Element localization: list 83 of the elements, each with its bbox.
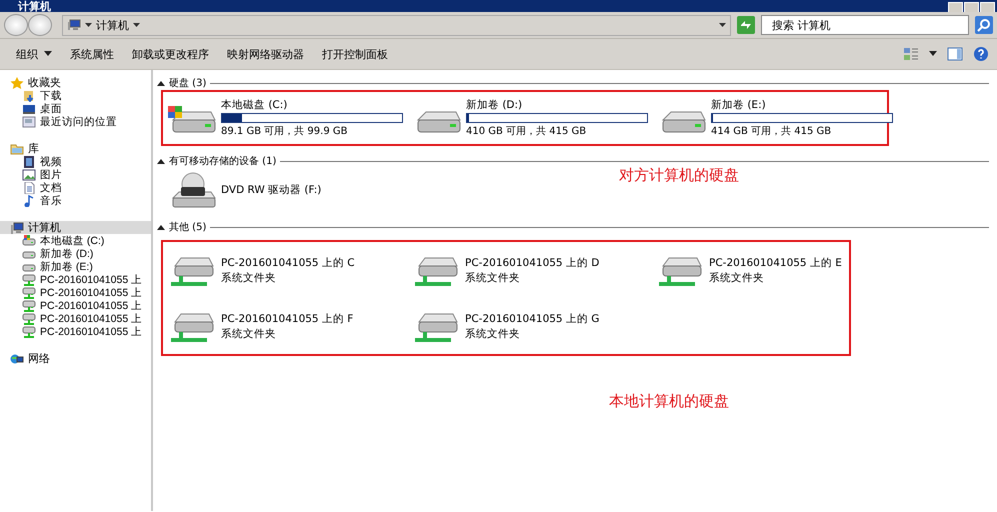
sidebar-item[interactable]: 视频 [0,155,151,168]
caret-icon[interactable] [133,22,140,28]
window-title: 计算机 [16,1,51,12]
caret-icon[interactable] [44,51,52,57]
group-header[interactable]: 有可移动存储的设备 (1) [169,154,276,168]
address-field[interactable]: 计算机 [62,14,731,36]
search-icon[interactable] [975,16,993,34]
drive-name[interactable]: PC-201601041055 上的 E [709,256,842,270]
toolbar-button[interactable]: 组织 [10,44,58,64]
search-field[interactable]: 搜索 计算机 [761,15,969,35]
network-drive-icon [22,286,36,298]
drive-name[interactable]: 本地磁盘 (C:) [221,98,403,112]
back-button[interactable] [4,14,28,36]
drive-description: 系统文件夹 [221,326,277,340]
sidebar-item[interactable]: 新加卷 (D:) [0,247,151,260]
computer-icon [10,222,24,234]
sidebar-item[interactable]: PC-201601041055 上 [0,312,151,325]
document-icon [22,182,36,194]
drive-description: 系统文件夹 [465,270,521,284]
drive-name[interactable]: PC-201601041055 上的 F [221,312,354,326]
path-segment[interactable]: 计算机 [96,18,129,32]
sidebar-item[interactable]: 音乐 [0,194,151,207]
toolbar-button[interactable]: 系统属性 [64,44,120,64]
dropdown-icon[interactable] [719,22,726,28]
forward-button[interactable] [28,14,52,36]
computer-icon [67,19,81,31]
toolbar-button[interactable]: 卸载或更改程序 [126,44,215,64]
sidebar-item[interactable]: 桌面 [0,102,151,115]
toolbar-button[interactable]: 打开控制面板 [316,44,394,64]
drive-name[interactable]: PC-201601041055 上的 D [465,256,600,270]
download-folder-icon [22,90,36,102]
sidebar-item[interactable]: 新加卷 (E:) [0,260,151,273]
sidebar-item[interactable]: PC-201601041055 上 [0,286,151,299]
collapse-icon[interactable] [157,224,165,230]
drive-name[interactable]: 新加卷 (D:) [466,98,648,112]
drive-description: 系统文件夹 [221,270,277,284]
view-options-icon[interactable] [903,47,919,61]
film-icon [22,156,36,168]
library-folder-icon [10,142,24,154]
network-drive-icon [22,300,36,312]
caret-icon[interactable] [929,51,937,57]
collapse-icon[interactable] [157,158,165,164]
network-icon [10,352,24,364]
picture-icon [22,168,36,180]
sidebar-item[interactable]: 文档 [0,181,151,194]
toolbar-button[interactable]: 映射网络驱动器 [221,44,310,64]
network-drive-icon [22,312,36,324]
help-icon[interactable] [973,46,989,62]
sidebar-item[interactable]: PC-201601041055 上 [0,299,151,312]
sidebar-item[interactable]: 下载 [0,89,151,102]
system-drive-icon [22,234,36,246]
collapse-icon[interactable] [157,80,165,86]
drive-description: 系统文件夹 [465,326,521,340]
free-space-text: 89.1 GB 可用，共 99.9 GB [221,124,348,138]
drive-description: 系统文件夹 [709,270,765,284]
drive-name[interactable]: 新加卷 (E:) [711,98,893,112]
preview-pane-icon[interactable] [947,47,963,61]
sidebar-item[interactable]: 收藏夹 [0,76,151,89]
sidebar-item[interactable]: 图片 [0,168,151,181]
sidebar-item[interactable]: 本地磁盘 (C:) [0,234,151,247]
recent-places-icon [22,116,36,128]
group-header[interactable]: 其他 (5) [169,220,206,234]
sidebar-item[interactable]: 库 [0,142,151,155]
sidebar-item[interactable]: 计算机 [0,221,151,234]
star-icon [10,76,24,88]
network-drive-icon [22,326,36,338]
annotation-text: 对方计算机的硬盘 [619,166,739,185]
free-space-text: 414 GB 可用，共 415 GB [711,124,832,138]
free-space-text: 410 GB 可用，共 415 GB [466,124,588,138]
network-drive-icon [22,274,36,286]
annotation-text: 本地计算机的硬盘 [609,392,729,411]
drive-name[interactable]: PC-201601041055 上的 C [221,256,355,270]
sidebar-item[interactable]: PC-201601041055 上 [0,325,151,338]
refresh-icon[interactable] [737,16,755,34]
caret-icon[interactable] [85,22,92,28]
sidebar-item[interactable]: 最近访问的位置 [0,115,151,128]
sidebar-item[interactable]: 网络 [0,352,151,365]
drive-name[interactable]: DVD RW 驱动器 (F:) [221,183,322,197]
desktop-icon [22,102,36,114]
sidebar-item[interactable]: PC-201601041055 上 [0,273,151,286]
drive-name[interactable]: PC-201601041055 上的 G [465,312,600,326]
music-note-icon [22,194,36,206]
group-header[interactable]: 硬盘 (3) [169,76,206,90]
